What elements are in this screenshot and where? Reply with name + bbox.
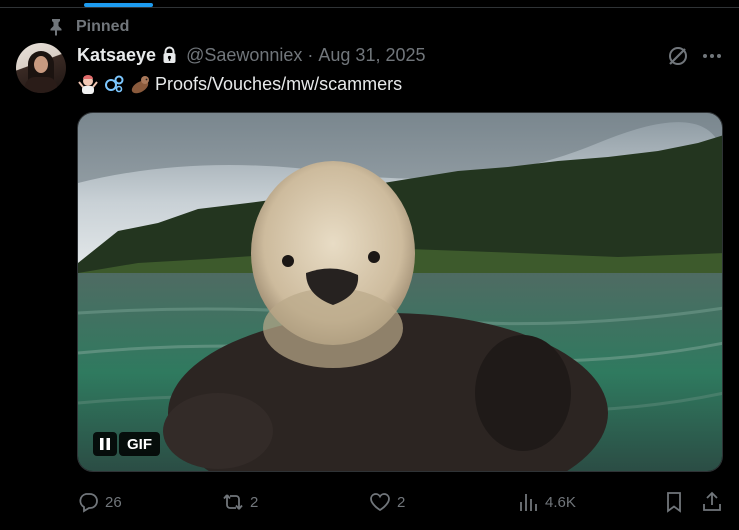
- reply-count: 26: [105, 493, 122, 511]
- repost-button[interactable]: 2: [222, 489, 258, 515]
- grok-icon[interactable]: [667, 44, 690, 67]
- gif-controls: GIF: [93, 432, 160, 456]
- more-options-icon[interactable]: [700, 45, 724, 67]
- separator-dot: ·: [307, 44, 314, 65]
- tweet-text: Proofs/Vouches/mw/scammers: [155, 73, 403, 94]
- share-icon: [703, 491, 721, 511]
- tweet-page: Pinned Katsaeye @Saewonniex · Aug 31, 20…: [0, 0, 739, 530]
- like-count: 2: [397, 493, 406, 511]
- gif-media[interactable]: GIF: [77, 112, 723, 472]
- reply-icon: [79, 493, 98, 513]
- view-count: 4.6K: [545, 493, 576, 511]
- pinned-label: Pinned: [76, 18, 130, 35]
- lock-icon: [161, 46, 178, 64]
- gif-badge: GIF: [119, 432, 160, 456]
- tweet-date[interactable]: Aug 31, 2025: [318, 45, 425, 66]
- user-handle[interactable]: @Saewonniex: [186, 45, 302, 66]
- active-tab-indicator: [84, 3, 153, 7]
- tab-strip: [0, 0, 739, 8]
- repost-icon: [223, 494, 243, 510]
- repost-count: 2: [250, 493, 259, 511]
- pinned-indicator: Pinned: [48, 16, 129, 38]
- otter-emoji: [129, 73, 151, 95]
- person-shrugging-emoji: [77, 73, 99, 95]
- tweet-header: Katsaeye @Saewonniex · Aug 31, 2025: [77, 43, 426, 67]
- bookmark-button[interactable]: [663, 489, 685, 515]
- bubbles-emoji: [103, 73, 125, 95]
- like-button[interactable]: 2: [369, 489, 405, 515]
- pin-icon: [48, 18, 64, 36]
- heart-icon: [370, 493, 390, 512]
- views-icon: [520, 494, 537, 511]
- pause-button[interactable]: [93, 432, 117, 456]
- otter-image: [78, 113, 722, 471]
- reply-button[interactable]: 26: [77, 489, 122, 515]
- share-button[interactable]: [701, 489, 723, 515]
- action-bar: 26 2 2 4.6K: [77, 489, 725, 515]
- pause-icon: [100, 438, 110, 450]
- tweet-body: Proofs/Vouches/mw/scammers: [77, 72, 402, 96]
- views-button[interactable]: 4.6K: [517, 489, 576, 515]
- display-name[interactable]: Katsaeye: [77, 45, 156, 66]
- bookmark-icon: [667, 492, 681, 513]
- avatar[interactable]: [16, 43, 66, 93]
